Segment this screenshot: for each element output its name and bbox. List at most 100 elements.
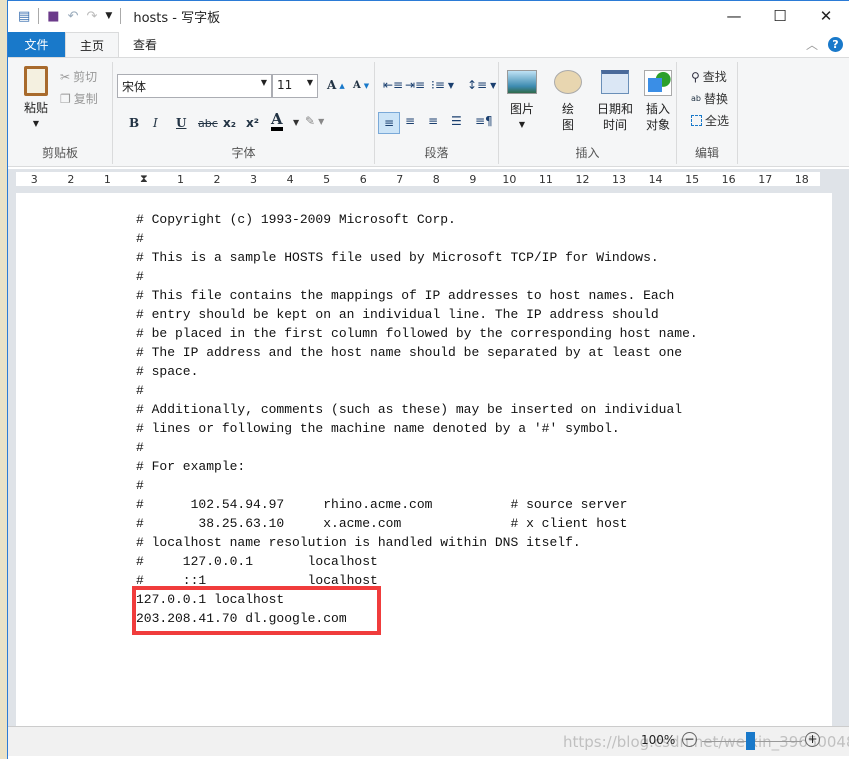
picture-icon: [507, 70, 537, 94]
zoom-slider-thumb[interactable]: [746, 732, 755, 750]
group-label: 编辑: [694, 146, 719, 160]
select-all-button[interactable]: 全选: [691, 112, 729, 129]
align-center-icon[interactable]: ≡: [405, 114, 415, 128]
date-time-label-1: 日期和: [596, 102, 633, 116]
subscript-button[interactable]: x₂: [223, 116, 236, 130]
replace-icon: ab: [691, 94, 701, 103]
chevron-down-icon: ▼: [518, 120, 526, 129]
document-line: # The IP address and the host name shoul…: [136, 345, 683, 360]
separator: [120, 8, 122, 24]
font-color-button[interactable]: A: [271, 112, 283, 131]
shrink-font-button[interactable]: A ▼: [353, 80, 369, 91]
ruler-tick: 1: [103, 172, 111, 186]
collapse-ribbon-icon[interactable]: ︿: [806, 36, 818, 53]
italic-button[interactable]: I: [153, 116, 158, 130]
chevron-down-icon[interactable]: ▼: [293, 118, 299, 127]
palette-icon: [554, 70, 582, 94]
highlight-box: [132, 586, 381, 635]
strikethrough-button[interactable]: abc: [198, 117, 218, 130]
align-right-icon[interactable]: ≡: [428, 114, 438, 128]
document-line: # entry should be kept on an individual …: [136, 307, 659, 322]
ruler-tick: 3: [30, 172, 38, 186]
document-line: # localhost name resolution is handled w…: [136, 535, 581, 550]
date-time-button[interactable]: 日期和 时间: [595, 70, 635, 133]
help-icon[interactable]: ?: [828, 37, 843, 52]
paste-button[interactable]: 粘贴 ▼: [16, 66, 56, 132]
justify-icon[interactable]: ☰: [451, 114, 462, 128]
increase-indent-icon[interactable]: ⇥≡: [405, 78, 425, 92]
bold-button[interactable]: B: [129, 116, 139, 130]
find-button[interactable]: ⚲ 查找: [691, 68, 727, 85]
date-time-label-2: 时间: [602, 118, 627, 132]
picture-button[interactable]: 图片 ▼: [505, 70, 539, 133]
redo-icon[interactable]: ↷: [87, 9, 98, 24]
document-line: # This is a sample HOSTS file used by Mi…: [136, 250, 659, 265]
copy-button[interactable]: ❐ 复制: [60, 90, 98, 107]
customize-dropdown-icon[interactable]: ▼: [105, 11, 112, 21]
cut-button[interactable]: ✂ 剪切: [60, 68, 97, 85]
group-label: 插入: [575, 146, 600, 160]
ribbon: 粘贴 ▼ ✂ 剪切 ❐ 复制 剪贴板 宋体 ▼ 11 ▼ A ▲ A ▼ B I U abc…: [8, 57, 849, 167]
replace-button[interactable]: ab 替换: [691, 90, 728, 107]
save-icon[interactable]: ■: [47, 9, 59, 24]
ruler-tick: 10: [502, 172, 517, 186]
ruler-tick: ⧗: [140, 172, 148, 185]
ribbon-tabs: 文件 主页 查看 ︿ ?: [8, 32, 849, 57]
paste-label: 粘贴: [23, 101, 48, 115]
ruler-tick: 1: [176, 172, 184, 186]
group-editing: ⚲ 查找 ab 替换 全选 编辑: [677, 62, 738, 164]
ruler-tick: 16: [721, 172, 736, 186]
tab-home[interactable]: 主页: [65, 32, 120, 57]
zoom-in-icon[interactable]: +: [805, 732, 820, 747]
bullets-icon[interactable]: ⁝≡ ▼: [431, 78, 454, 92]
wordpad-icon[interactable]: ▤: [18, 9, 30, 24]
calendar-clock-icon: [601, 70, 629, 94]
ruler-tick: 17: [758, 172, 773, 186]
select-all-icon: [691, 115, 702, 126]
window-title: hosts - 写字板: [133, 10, 221, 26]
document-line: # 127.0.0.1 localhost: [136, 554, 378, 569]
highlighter-icon[interactable]: ✎ ▼: [305, 114, 324, 128]
replace-label: 替换: [703, 92, 728, 106]
tab-view[interactable]: 查看: [119, 32, 171, 57]
ruler-tick: 5: [323, 172, 331, 186]
ruler-tick: 18: [794, 172, 809, 186]
line-spacing-icon[interactable]: ↕≡ ▼: [467, 78, 496, 92]
ruler-tick: 13: [612, 172, 627, 186]
document-text[interactable]: # Copyright (c) 1993-2009 Microsoft Corp…: [136, 210, 698, 628]
minimize-button[interactable]: —: [711, 1, 757, 31]
paint-label-1: 绘: [561, 102, 574, 116]
group-font: 宋体 ▼ 11 ▼ A ▲ A ▼ B I U abc x₂ x² A ▼ ✎ ▼ 字体: [113, 62, 375, 164]
zoom-out-icon[interactable]: −: [682, 732, 697, 747]
document-line: # For example:: [136, 459, 246, 474]
insert-object-button[interactable]: 插入 对象: [641, 70, 675, 133]
document-line: #: [136, 440, 144, 455]
font-size-select[interactable]: 11 ▼: [272, 74, 318, 98]
font-family-select[interactable]: 宋体 ▼: [117, 74, 272, 98]
superscript-button[interactable]: x²: [246, 116, 259, 130]
paint-drawing-button[interactable]: 绘 图: [551, 70, 585, 133]
ruler-bar[interactable]: 3 2 1 ⧗ 1 2 3 4 5 6 7 8 9 10 11 12 13 14 15 16 17 18: [16, 172, 820, 186]
ruler[interactable]: 3 2 1 ⧗ 1 2 3 4 5 6 7 8 9 10 11 12 13 14 15 16 17 18: [8, 169, 849, 190]
decrease-indent-icon[interactable]: ⇤≡: [383, 78, 403, 92]
close-button[interactable]: ✕: [803, 1, 849, 31]
vertical-scrollbar[interactable]: [832, 190, 849, 726]
picture-label: 图片: [509, 102, 534, 116]
document-page[interactable]: # Copyright (c) 1993-2009 Microsoft Corp…: [16, 193, 833, 726]
ruler-tick: 4: [286, 172, 294, 186]
grow-font-button[interactable]: A ▲: [327, 78, 345, 92]
paragraph-icon[interactable]: ≡¶: [475, 114, 493, 128]
group-paragraph: ⇤≡ ⇥≡ ⁝≡ ▼ ↕≡ ▼ ≡ ≡ ≡ ☰ ≡¶ 段落: [375, 62, 499, 164]
paint-label-2: 图: [561, 118, 574, 132]
underline-button[interactable]: U: [176, 116, 186, 130]
maximize-button[interactable]: ☐: [757, 1, 803, 31]
document-line: # Copyright (c) 1993-2009 Microsoft Corp…: [136, 212, 456, 227]
document-line: # space.: [136, 364, 199, 379]
undo-icon[interactable]: ↶: [68, 9, 79, 24]
align-left-icon[interactable]: ≡: [378, 112, 400, 134]
document-line: # 102.54.94.97 rhino.acme.com # source s…: [136, 497, 628, 512]
document-line: # lines or following the machine name de…: [136, 421, 620, 436]
tab-file[interactable]: 文件: [8, 32, 65, 57]
find-label: 查找: [702, 70, 727, 84]
ruler-tick: 9: [469, 172, 477, 186]
